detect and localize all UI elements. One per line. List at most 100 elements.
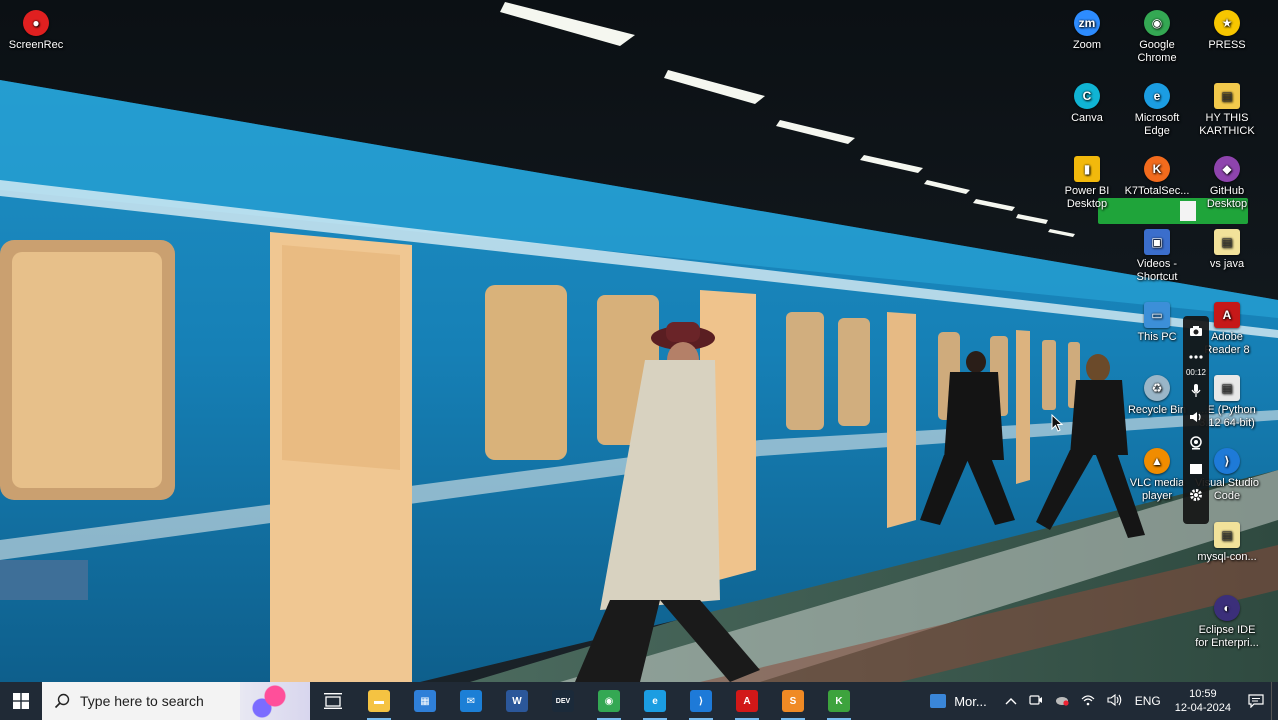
eclipse-icon: ◐ — [1214, 595, 1240, 621]
settings-icon[interactable] — [1185, 484, 1207, 506]
desktop-icon-vsjava[interactable]: ▤ vs java — [1191, 223, 1263, 271]
powerbi-icon: ▮ — [1074, 156, 1100, 182]
desktop-icon-label: K7TotalSec... — [1124, 185, 1190, 197]
windows-logo-icon — [13, 693, 29, 709]
meet-now-icon[interactable] — [1029, 694, 1043, 709]
edge-icon: e — [644, 690, 666, 712]
edge-icon: e — [1144, 83, 1170, 109]
news-icon — [930, 694, 947, 708]
acrobat-icon: A — [736, 690, 758, 712]
desktop-icon-github[interactable]: ◆ GitHub Desktop — [1191, 150, 1263, 211]
taskbar-app-sublime[interactable]: S — [770, 682, 816, 720]
clock-time: 10:59 — [1189, 688, 1217, 700]
clock[interactable]: 10:59 12-04-2024 — [1175, 687, 1231, 715]
file-explorer-icon: ▬ — [368, 690, 390, 712]
k7-tray-icon[interactable] — [1055, 694, 1069, 709]
desktop-icon-label: GitHub Desktop — [1206, 185, 1248, 210]
desktop-icon-label: Google Chrome — [1137, 39, 1177, 64]
language-indicator[interactable]: ENG — [1135, 694, 1161, 708]
zoom-icon: zm — [1074, 10, 1100, 36]
taskbar-app-dev[interactable]: DEV — [540, 682, 586, 720]
desktop-icon-screenrec[interactable]: ● ScreenRec — [0, 4, 72, 52]
desktop-icon-zoom[interactable]: zm Zoom — [1051, 4, 1123, 52]
news-widget[interactable]: Mor... — [930, 694, 987, 709]
desktop-icon-label: vs java — [1209, 258, 1245, 270]
canva-icon: C — [1074, 83, 1100, 109]
taskbar-app-file-explorer[interactable]: ▬ — [356, 682, 402, 720]
taskbar-app-mail[interactable]: ✉ — [448, 682, 494, 720]
k7-icon: K — [828, 690, 850, 712]
vlc-icon: ▲ — [1144, 448, 1170, 474]
desktop-icon-label: ScreenRec — [8, 39, 64, 51]
window-icon[interactable] — [1185, 458, 1207, 480]
show-hidden-icons-icon[interactable] — [1005, 694, 1017, 708]
desktop-icon-press[interactable]: ★ PRESS — [1191, 4, 1263, 52]
desktop-icon-hythis[interactable]: ▤ HY THIS KARTHICK — [1191, 77, 1263, 138]
speaker-icon[interactable] — [1185, 406, 1207, 428]
desktop-icon-label: Zoom — [1072, 39, 1102, 51]
taskbar-app-edge[interactable]: e — [632, 682, 678, 720]
taskbar: Type here to search ▬ ▦ ✉ W DEV ◉ e ⟩ A S K Mor...… — [0, 682, 1278, 720]
search-icon — [54, 693, 70, 709]
wifi-icon[interactable] — [1081, 694, 1095, 709]
desktop-icon-eclipse[interactable]: ◐ Eclipse IDE for Enterpri... — [1191, 589, 1263, 650]
desktop-icon-label: PRESS — [1208, 39, 1246, 51]
desktop-icon-edge[interactable]: e Microsoft Edge — [1121, 77, 1193, 138]
chrome-icon: ◉ — [1144, 10, 1170, 36]
camera-icon[interactable] — [1185, 320, 1207, 342]
file-icon: ▤ — [1214, 229, 1240, 255]
clock-date: 12-04-2024 — [1174, 702, 1231, 714]
start-button[interactable] — [0, 682, 42, 720]
more-icon[interactable] — [1185, 346, 1207, 368]
chrome-icon: ◉ — [598, 690, 620, 712]
desktop-icon-label: Power BI Desktop — [1064, 185, 1110, 210]
show-desktop-button[interactable] — [1271, 682, 1278, 720]
python-file-icon: ▤ — [1214, 375, 1240, 401]
volume-icon[interactable] — [1107, 693, 1123, 709]
file-icon: ▤ — [1214, 522, 1240, 548]
desktop-icon-label: Microsoft Edge — [1134, 112, 1180, 137]
pc-icon: ▭ — [1144, 302, 1170, 328]
taskbar-search-box[interactable]: Type here to search — [42, 682, 310, 720]
mail-icon: ✉ — [460, 690, 482, 712]
desktop-icon-powerbi[interactable]: ▮ Power BI Desktop — [1051, 150, 1123, 211]
desktop-icon-canva[interactable]: C Canva — [1051, 77, 1123, 125]
vscode-icon: ⟩ — [1214, 448, 1240, 474]
taskbar-app-k7[interactable]: K — [816, 682, 862, 720]
taskbar-app-list: ▬ ▦ ✉ W DEV ◉ e ⟩ A S K — [356, 682, 862, 720]
microphone-icon[interactable] — [1185, 380, 1207, 402]
star-icon: ★ — [1214, 10, 1240, 36]
task-view-button[interactable] — [310, 682, 356, 720]
webcam-icon[interactable] — [1185, 432, 1207, 454]
record-icon: ● — [23, 10, 49, 36]
notification-icon — [1248, 694, 1264, 708]
recording-timer: 00:12 — [1185, 368, 1207, 377]
sublime-icon: S — [782, 690, 804, 712]
news-label: Mor... — [954, 693, 987, 709]
taskbar-app-store[interactable]: ▦ — [402, 682, 448, 720]
taskbar-app-word[interactable]: W — [494, 682, 540, 720]
desktop-icon-videos[interactable]: ▣ Videos - Shortcut — [1121, 223, 1193, 284]
search-highlight-image — [240, 682, 310, 720]
taskbar-app-vscode[interactable]: ⟩ — [678, 682, 724, 720]
taskbar-app-chrome[interactable]: ◉ — [586, 682, 632, 720]
system-tray: Mor... ENG 10:59 12-04-2024 — [930, 682, 1278, 720]
desktop-icon-label: Canva — [1071, 112, 1103, 124]
screen-recorder-toolbar: 00:12 — [1183, 316, 1209, 524]
store-icon: ▦ — [414, 690, 436, 712]
desktop-icon-k7[interactable]: K K7TotalSec... — [1121, 150, 1193, 198]
desktop-icon-chrome[interactable]: ◉ Google Chrome — [1121, 4, 1193, 65]
pdf-icon: A — [1214, 302, 1240, 328]
k7-icon: K — [1144, 156, 1170, 182]
folder-icon: ▣ — [1144, 229, 1170, 255]
notification-center-button[interactable] — [1241, 682, 1271, 720]
task-view-icon — [324, 693, 342, 709]
desktop-icon-label: HY THIS KARTHICK — [1199, 112, 1255, 137]
desktop-icon-label: mysql-con... — [1197, 551, 1257, 563]
desktop-icon-label: Videos - Shortcut — [1136, 258, 1178, 283]
recycle-bin-icon: ♻ — [1144, 375, 1170, 401]
desktop-icon-label: Eclipse IDE for Enterpri... — [1195, 624, 1259, 649]
taskbar-app-acrobat[interactable]: A — [724, 682, 770, 720]
github-icon: ◆ — [1214, 156, 1240, 182]
file-icon: ▤ — [1214, 83, 1240, 109]
